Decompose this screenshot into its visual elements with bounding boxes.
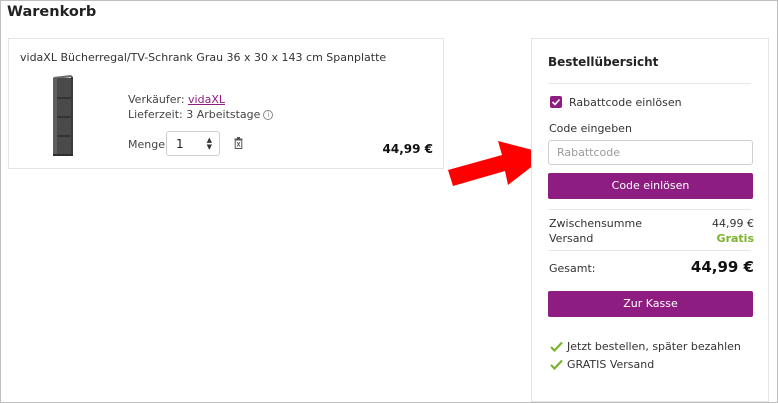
trash-icon[interactable]: [234, 137, 243, 149]
seller-label: Verkäufer:: [128, 93, 185, 106]
divider: [548, 83, 751, 84]
coupon-checkbox-label[interactable]: Rabattcode einlösen: [569, 96, 682, 109]
total-value: 44,99 €: [690, 258, 754, 276]
info-icon[interactable]: i: [263, 110, 274, 120]
coupon-code-input[interactable]: [548, 140, 753, 165]
seller-info: Verkäufer: vidaXL: [128, 93, 225, 106]
total-label: Gesamt:: [549, 262, 596, 275]
benefit-text: GRATIS Versand: [567, 358, 655, 371]
redeem-code-button[interactable]: Code einlösen: [548, 173, 753, 199]
checkout-button[interactable]: Zur Kasse: [548, 291, 753, 317]
coupon-checkbox[interactable]: [550, 96, 562, 108]
product-name[interactable]: vidaXL Bücherregal/TV-Schrank Grau 36 x …: [20, 51, 386, 64]
select-arrows-icon: ▲ ▼: [206, 136, 212, 151]
cart-item: vidaXL Bücherregal/TV-Schrank Grau 36 x …: [8, 38, 444, 169]
divider: [548, 250, 751, 251]
shipping-label: Versand: [549, 232, 594, 245]
quantity-select[interactable]: 1 ▲ ▼: [166, 131, 220, 156]
subtotal-value: 44,99 €: [712, 217, 754, 230]
delivery-info: Lieferzeit: 3 Arbeitstage i: [128, 108, 274, 121]
quantity-label: Menge: [128, 138, 165, 151]
page-title: Warenkorb: [7, 4, 97, 20]
item-price: 44,99 €: [382, 142, 433, 156]
check-icon: [550, 359, 563, 370]
delivery-time: Lieferzeit: 3 Arbeitstage: [128, 108, 261, 121]
summary-title: Bestellübersicht: [548, 55, 659, 69]
subtotal-label: Zwischensumme: [549, 217, 642, 230]
divider: [548, 209, 751, 210]
check-icon: [550, 341, 563, 352]
shipping-value: Gratis: [716, 232, 754, 245]
check-icon: [551, 98, 561, 106]
order-summary: Bestellübersicht Rabattcode einlösen Cod…: [531, 38, 769, 402]
quantity-value: 1: [176, 137, 184, 151]
seller-link[interactable]: vidaXL: [188, 93, 225, 106]
product-image[interactable]: [47, 75, 79, 157]
benefit-text: Jetzt bestellen, später bezahlen: [567, 340, 741, 353]
code-input-label: Code eingeben: [549, 122, 632, 135]
